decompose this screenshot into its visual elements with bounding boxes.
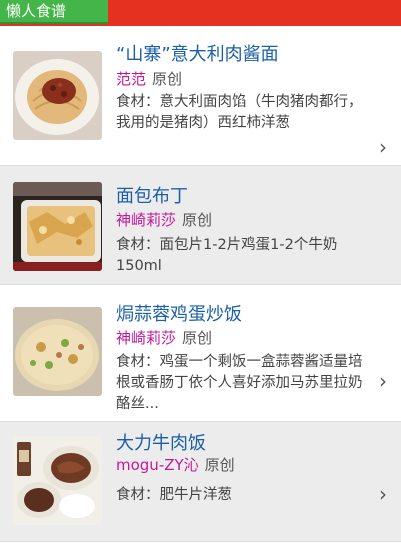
recipe-ingredients: 食材：鸡蛋一个剩饭一盒蒜蓉酱适量培根或香肠丁依个人喜好添加马苏里拉奶酪丝... [116,354,363,412]
header-title-tab[interactable]: 懒人食谱 [0,0,108,24]
author-link[interactable]: mogu-ZY沁 [116,456,199,474]
list-item[interactable]: 面包布丁 神崎莉莎 原创 食材：面包片1-2片鸡蛋1-2个牛奶150ml [0,166,401,285]
recipe-meta: mogu-ZY沁 原创 [116,454,235,475]
recipe-meta: 神崎莉莎 原创 [116,209,212,230]
bread-pudding-thumbnail [13,182,102,271]
recipe-meta: 范范 原创 [116,68,182,89]
recipe-title[interactable]: 焗蒜蓉鸡蛋炒饭 [116,300,242,326]
beef-rice-thumbnail [13,436,102,525]
baked-rice-thumbnail [13,307,102,396]
author-link[interactable]: 神崎莉莎 [116,329,176,347]
recipe-ingredients: 食材：意大利面肉馅（牛肉猪肉都行，我用的是猪肉）西红柿洋葱 [116,94,363,131]
original-tag: 原创 [152,70,183,88]
original-tag: 原创 [204,456,235,474]
recipe-title[interactable]: 大力牛肉饭 [116,429,206,455]
app-header: 懒人食谱 [0,0,401,26]
author-link[interactable]: 神崎莉莎 [116,211,176,229]
chevron-right-icon: › [379,369,387,393]
spaghetti-thumbnail [13,51,102,140]
original-tag: 原创 [182,329,213,347]
author-link[interactable]: 范范 [116,70,146,88]
chevron-right-icon: › [379,135,387,159]
header-title: 懒人食谱 [6,2,67,20]
recipe-list: “山寨”意大利肉酱面 范范 原创 食材：意大利面肉馅（牛肉猪肉都行，我用的是猪肉）… [0,26,401,542]
list-item[interactable]: “山寨”意大利肉酱面 范范 原创 食材：意大利面肉馅（牛肉猪肉都行，我用的是猪肉）… [0,26,401,166]
recipe-ingredients: 食材：面包片1-2片鸡蛋1-2个牛奶150ml [116,237,338,274]
recipe-ingredients: 食材：肥牛片洋葱 [116,487,232,503]
chevron-right-icon: › [379,482,387,506]
original-tag: 原创 [182,211,213,229]
recipe-title[interactable]: “山寨”意大利肉酱面 [116,40,279,66]
recipe-title[interactable]: 面包布丁 [116,182,188,208]
list-item[interactable]: 焗蒜蓉鸡蛋炒饭 神崎莉莎 原创 食材：鸡蛋一个剩饭一盒蒜蓉酱适量培根或香肠丁依个人… [0,285,401,422]
list-item[interactable]: 大力牛肉饭 mogu-ZY沁 原创 食材：肥牛片洋葱 › [0,422,401,542]
recipe-meta: 神崎莉莎 原创 [116,327,212,348]
